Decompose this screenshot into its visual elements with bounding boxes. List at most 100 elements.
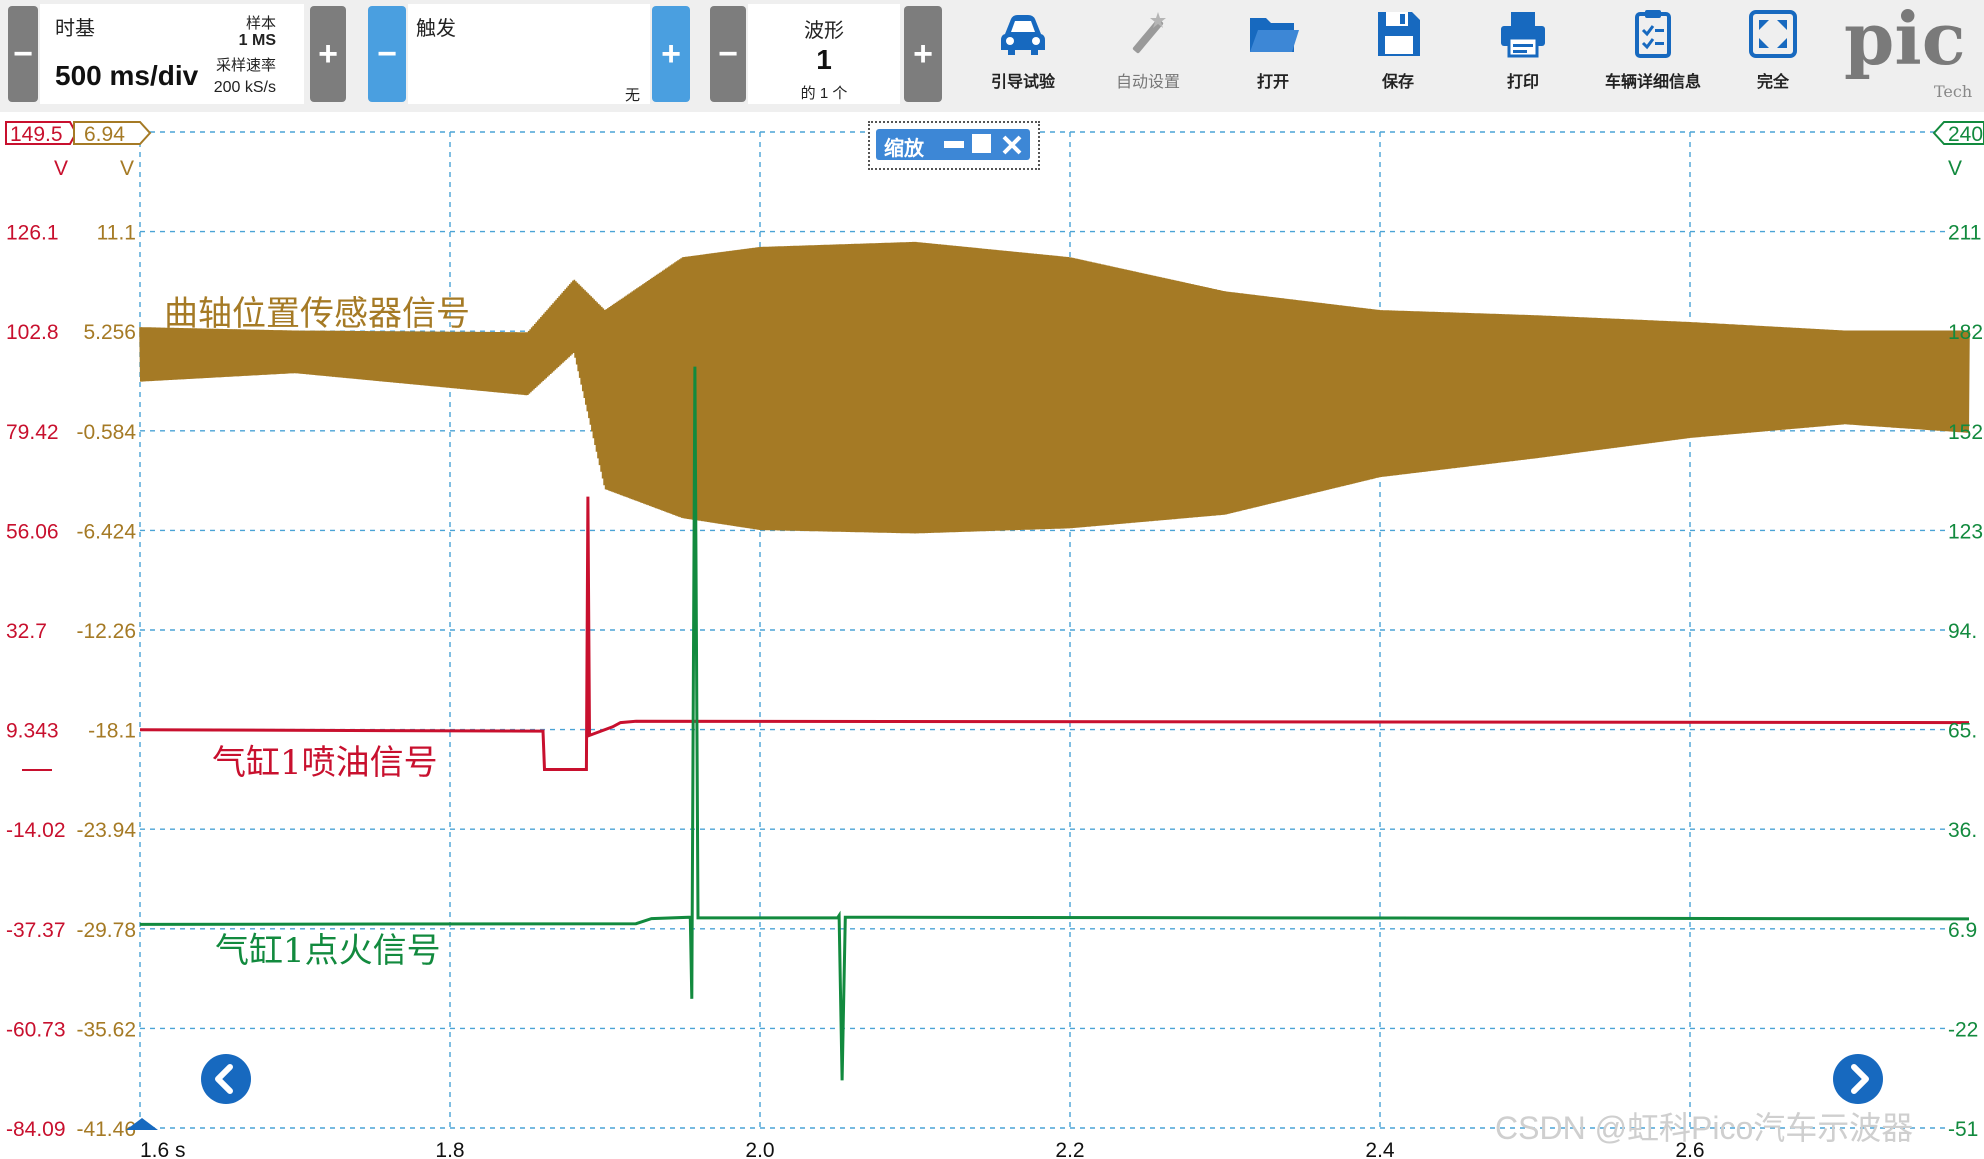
timebase-title: 时基 bbox=[55, 18, 95, 40]
sample-rate-value: 200 kS/s bbox=[213, 79, 276, 96]
green-axis-tick-label: 6.9 bbox=[1948, 919, 1977, 942]
chevron-right-icon bbox=[1851, 1064, 1869, 1094]
green-axis-tick-label: 123 bbox=[1948, 520, 1983, 543]
green-axis-unit: V bbox=[1948, 157, 1962, 180]
timebase-value: 500 ms/div bbox=[55, 60, 199, 91]
red-axis-tick-label: -60.73 bbox=[6, 1018, 66, 1041]
red-axis-tick-label: 126.1 bbox=[6, 222, 59, 245]
ignition-trace-label: 气缸1点火信号 bbox=[215, 931, 441, 971]
vehicle-details-label: 车辆详细信息 bbox=[1604, 74, 1701, 91]
green-axis-tick-label: 182 bbox=[1948, 321, 1983, 344]
auto-setup-label: 自动设置 bbox=[1115, 74, 1180, 91]
green-axis-tick-label: -51 bbox=[1948, 1118, 1978, 1141]
trigger-title: 触发 bbox=[416, 18, 456, 40]
red-axis-tick-label: -37.37 bbox=[6, 919, 66, 942]
red-axis-top-marker[interactable]: 149.5 bbox=[5, 121, 78, 146]
waveform-index: 1 bbox=[816, 44, 832, 75]
open-button[interactable]: 打开 bbox=[1218, 6, 1328, 102]
trigger-mode: 无 bbox=[624, 87, 640, 104]
guided-test-button[interactable]: 引导试验 bbox=[968, 6, 1078, 102]
red-axis-tick-label: -84.09 bbox=[6, 1118, 66, 1141]
clipboard-icon bbox=[1635, 10, 1671, 58]
zoom-close-icon[interactable] bbox=[1000, 133, 1024, 157]
fullscreen-label: 完全 bbox=[1756, 74, 1789, 91]
yellow-axis-top-marker[interactable]: 6.94 bbox=[73, 121, 152, 146]
green-axis-tick-label: -22 bbox=[1948, 1018, 1978, 1041]
crank-sensor-trace-label: 曲轴位置传感器信号 bbox=[164, 294, 470, 334]
vehicle-details-button[interactable]: 车辆详细信息 bbox=[1593, 6, 1713, 102]
printer-icon bbox=[1501, 12, 1545, 58]
save-label: 保存 bbox=[1381, 74, 1414, 91]
next-view-button[interactable] bbox=[1833, 1054, 1883, 1104]
zoom-toolbar: 缩放 bbox=[876, 129, 1030, 160]
timebase-panel[interactable]: 时基 500 ms/div 样本 1 MS 采样速率 200 kS/s bbox=[40, 4, 304, 104]
yellow-axis-tick-label: 11.1 bbox=[97, 222, 136, 245]
x-axis-tick-label: 2.0 bbox=[745, 1139, 774, 1159]
trigger-increase-button[interactable]: + bbox=[652, 6, 690, 102]
green-axis-top-marker[interactable]: 240 bbox=[1932, 121, 1984, 146]
car-icon bbox=[1001, 15, 1045, 55]
red-axis-tick-label: -14.02 bbox=[6, 819, 66, 842]
red-axis-unit: V bbox=[54, 157, 68, 180]
waveform-count: 的 1 个 bbox=[800, 85, 848, 102]
yellow-axis-tick-label: -18.1 bbox=[88, 720, 136, 743]
yellow-axis-tick-label: 5.256 bbox=[83, 321, 136, 344]
save-button[interactable]: 保存 bbox=[1343, 6, 1453, 102]
trigger-decrease-button[interactable]: − bbox=[368, 6, 406, 102]
sample-rate-label: 采样速率 bbox=[215, 57, 276, 74]
x-axis-tick-label: 2.2 bbox=[1055, 1139, 1084, 1159]
green-axis-tick-label: 152 bbox=[1948, 421, 1983, 444]
x-axis-tick-label: 1.8 bbox=[435, 1139, 464, 1159]
samples-value: 1 MS bbox=[238, 32, 276, 49]
yellow-axis-tick-label: -6.424 bbox=[76, 520, 136, 543]
zoom-maximize-icon[interactable] bbox=[972, 134, 991, 153]
zoom-overview-box[interactable]: 缩放 bbox=[868, 121, 1040, 170]
red-axis-tick-label: 9.343 bbox=[6, 720, 59, 743]
guided-test-label: 引导试验 bbox=[990, 74, 1055, 91]
yellow-axis-tick-label: -29.78 bbox=[76, 919, 136, 942]
chevron-left-icon bbox=[215, 1064, 233, 1094]
fullscreen-icon bbox=[1749, 10, 1797, 58]
green-axis-top-label: 240 bbox=[1948, 123, 1983, 146]
red-axis-tick-label: 102.8 bbox=[6, 321, 59, 344]
previous-view-button[interactable] bbox=[201, 1054, 251, 1104]
yellow-axis-tick-label: -23.94 bbox=[76, 819, 136, 842]
x-axis-tick-label: 2.4 bbox=[1365, 1139, 1395, 1159]
waveform-next-button[interactable]: + bbox=[904, 6, 942, 102]
open-label: 打开 bbox=[1256, 74, 1289, 91]
yellow-axis-top-label: 6.94 bbox=[84, 123, 125, 146]
samples-label: 样本 bbox=[245, 15, 276, 32]
injector-trace-label: 气缸1喷油信号 bbox=[212, 743, 438, 783]
watermark: CSDN @虹科Pico汽车示波器 bbox=[1495, 1110, 1914, 1146]
waveform-panel[interactable]: 波形 1 的 1 个 bbox=[748, 4, 900, 104]
zoom-label: 缩放 bbox=[884, 138, 924, 160]
trigger-panel[interactable]: 触发 无 bbox=[408, 4, 650, 104]
zoom-minimize-icon[interactable] bbox=[944, 141, 964, 148]
logo-text: pic bbox=[1844, 2, 1966, 81]
green-axis-tick-label: 36. bbox=[1948, 819, 1977, 842]
oscilloscope-plot[interactable]: 149.5 6.94 V V 240 V 126.1 11.1 211 102.8 5.… bbox=[0, 112, 1984, 1159]
pico-logo: pic Tech bbox=[1842, 2, 1984, 106]
logo-subtext: Tech bbox=[1934, 82, 1973, 101]
waveform-previous-button[interactable]: − bbox=[710, 6, 746, 102]
green-axis-tick-label: 211 bbox=[1948, 222, 1981, 245]
magic-wand-icon bbox=[1132, 12, 1166, 54]
green-axis-tick-label: 94. bbox=[1948, 620, 1977, 643]
floppy-disk-icon bbox=[1378, 12, 1420, 56]
fullscreen-button[interactable]: 完全 bbox=[1718, 6, 1828, 102]
folder-icon bbox=[1250, 18, 1299, 52]
red-axis-tick-label: 32.7 bbox=[6, 620, 47, 643]
yellow-axis-unit: V bbox=[120, 157, 134, 180]
print-label: 打印 bbox=[1506, 74, 1539, 91]
timebase-increase-button[interactable]: + bbox=[310, 6, 346, 102]
red-axis-tick-label: 56.06 bbox=[6, 520, 59, 543]
red-axis-tick-label: 79.42 bbox=[6, 421, 59, 444]
print-button[interactable]: 打印 bbox=[1468, 6, 1578, 102]
timebase-decrease-button[interactable]: − bbox=[8, 6, 38, 102]
yellow-axis-tick-label: -35.62 bbox=[76, 1018, 136, 1041]
yellow-axis-tick-label: -0.584 bbox=[76, 421, 136, 444]
waveform-title: 波形 bbox=[804, 20, 844, 42]
auto-setup-button[interactable]: 自动设置 bbox=[1093, 6, 1203, 102]
x-axis-tick-label: 1.6 s bbox=[140, 1139, 186, 1159]
toolbar: − 时基 500 ms/div 样本 1 MS 采样速率 200 kS/s + … bbox=[0, 0, 1984, 113]
